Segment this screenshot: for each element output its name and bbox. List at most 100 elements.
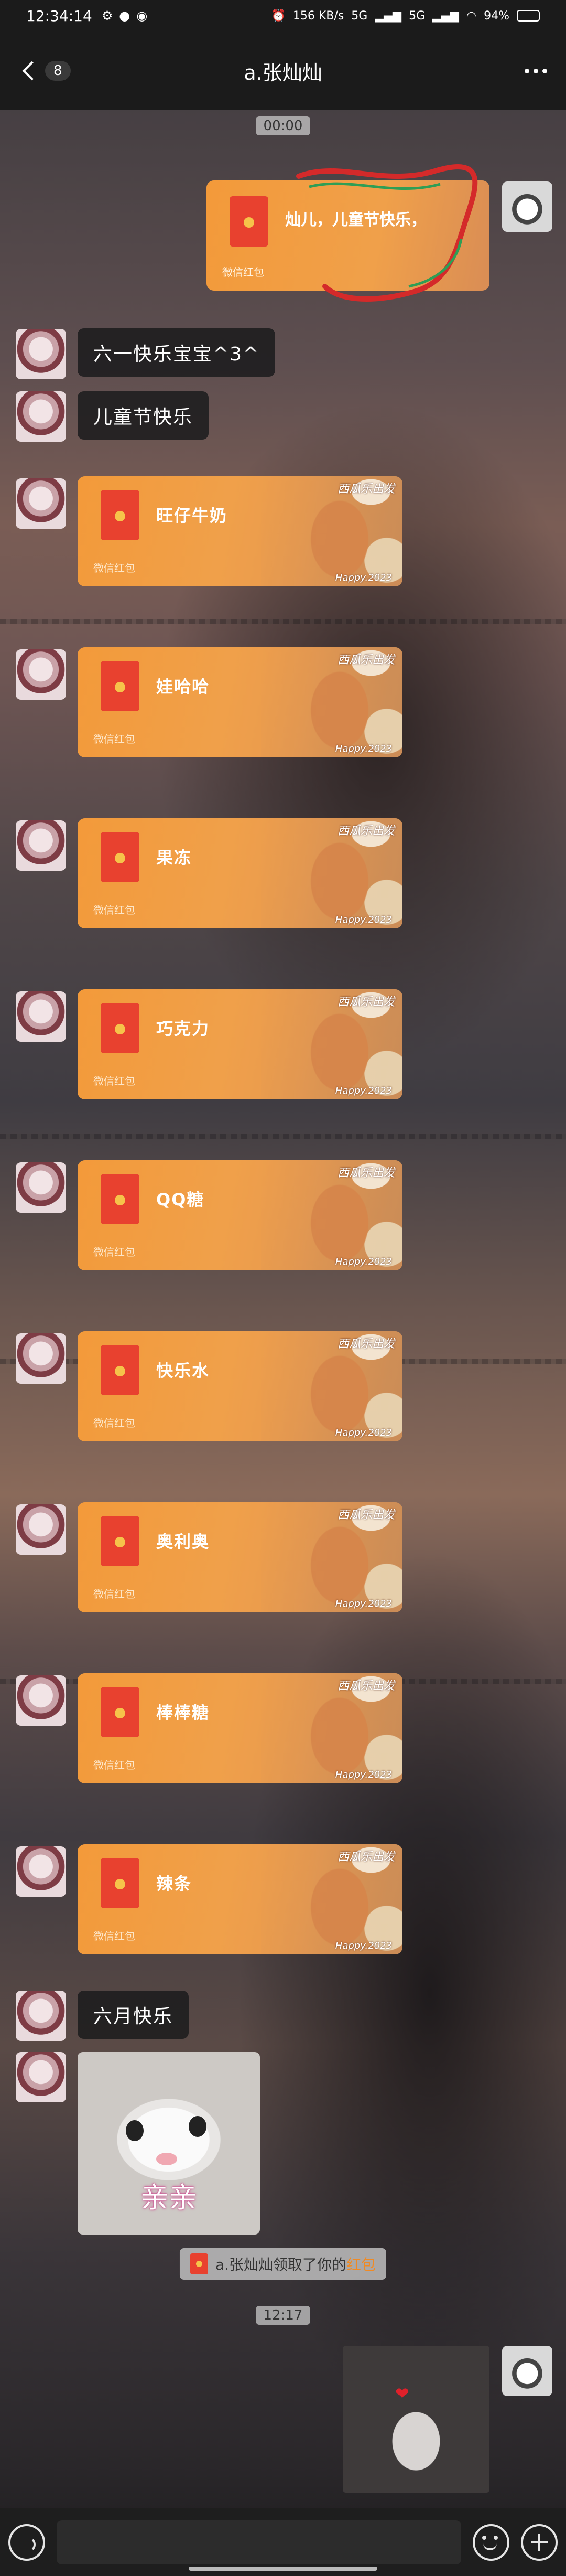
cover-art-label: 西瓜乐出发 (337, 1338, 395, 1351)
red-packet-label: 旺仔牛奶 (156, 506, 228, 526)
red-packet[interactable]: 西瓜乐出发 Happy.2023 快乐水 微信红包 (78, 1331, 402, 1441)
sticker-caption: 亲亲 (140, 2181, 197, 2214)
message-input[interactable] (57, 2520, 461, 2564)
red-packet-icon (101, 1345, 139, 1395)
contact-avatar[interactable] (16, 391, 66, 442)
contact-avatar[interactable] (16, 2052, 66, 2102)
contact-avatar[interactable] (16, 1846, 66, 1897)
cover-art-label: 西瓜乐出发 (337, 825, 395, 838)
red-packet-footer: 微信红包 (93, 1930, 135, 1942)
system-message-link[interactable]: 红包 (346, 2253, 376, 2274)
message-bubble[interactable]: 六月快乐 (78, 1991, 189, 2039)
contact-avatar[interactable] (16, 1991, 66, 2041)
status-time: 12:34:14 (26, 7, 92, 25)
red-packet-icon (101, 1003, 139, 1053)
home-indicator (189, 2567, 377, 2571)
contact-avatar[interactable] (16, 478, 66, 529)
red-packet[interactable]: 西瓜乐出发 Happy.2023 巧克力 微信红包 (78, 989, 402, 1099)
plus-icon[interactable] (521, 2524, 558, 2561)
red-packet-icon (101, 1174, 139, 1224)
cover-art-label: 西瓜乐出发 (337, 1680, 395, 1693)
red-packet[interactable]: 西瓜乐出发 Happy.2023 奥利奥 微信红包 (78, 1502, 402, 1612)
message-bubble[interactable]: 六一快乐宝宝^3^ (78, 328, 276, 377)
chat-header: 8 a.张灿灿 (0, 31, 566, 110)
status-bar: 12:34:14 ⚙ ● ◉ ⏰ 156 KB/s 5G ▂▄▆ 5G ▂▄▆ … (0, 0, 566, 31)
voice-icon[interactable] (8, 2524, 45, 2561)
cat-eye (126, 2120, 144, 2141)
red-packet[interactable]: 西瓜乐出发 Happy.2023 QQ糖 微信红包 (78, 1160, 402, 1270)
cover-art-label: 西瓜乐出发 (337, 654, 395, 667)
cover-art-label: 西瓜乐出发 (337, 483, 395, 496)
red-packet[interactable]: 西瓜乐出发 Happy.2023 娃哈哈 微信红包 (78, 647, 402, 757)
back-button[interactable]: 8 (19, 61, 71, 81)
red-packet-icon (101, 490, 139, 540)
input-bar (0, 2508, 566, 2576)
sent-sticker[interactable]: ❤ (343, 2346, 489, 2493)
signal-bars-icon: ▂▄▆ (375, 9, 402, 23)
red-packet-label: 巧克力 (156, 1019, 210, 1039)
more-dots-icon[interactable] (534, 68, 538, 73)
cover-art-happy-text: Happy.2023 (335, 1940, 392, 1951)
red-packet-footer: 微信红包 (93, 1417, 135, 1429)
red-packet-icon (101, 832, 139, 882)
contact-avatar[interactable] (16, 1504, 66, 1555)
signal-5g-2: 5G (409, 9, 426, 23)
red-packet[interactable]: 西瓜乐出发 Happy.2023 果冻 微信红包 (78, 818, 402, 928)
network-speed: 156 KB/s (292, 9, 344, 23)
timestamp: 12:17 (256, 2306, 310, 2325)
gear-icon: ⚙ (101, 8, 113, 23)
my-avatar[interactable] (502, 181, 552, 232)
chevron-left-icon[interactable] (22, 61, 42, 81)
red-packet[interactable]: 西瓜乐出发 Happy.2023 辣条微信红包 (78, 1844, 402, 1954)
cover-art-label: 西瓜乐出发 (337, 1509, 395, 1522)
cover-art-label: 西瓜乐出发 (337, 1167, 395, 1180)
cat-eye (189, 2116, 206, 2137)
kiss-cat-sticker[interactable]: 亲亲 (78, 2052, 260, 2235)
contact-avatar[interactable] (16, 991, 66, 1042)
status-notification-icons: ⚙ ● ◉ (102, 8, 147, 23)
more-dots-icon[interactable] (542, 68, 547, 73)
sent-red-packet[interactable]: 灿儿，儿童节快乐， 微信红包 (206, 180, 489, 291)
contact-avatar[interactable] (16, 820, 66, 871)
contact-avatar[interactable] (16, 649, 66, 700)
signal-5g-1: 5G (351, 9, 368, 23)
my-avatar[interactable] (502, 2346, 552, 2396)
more-dots-icon[interactable] (525, 68, 529, 73)
red-packet[interactable]: 西瓜乐出发 Happy.2023 棒棒糖 微信红包 (78, 1673, 402, 1783)
notification-icon: ◉ (136, 8, 148, 23)
system-message: a.张灿灿领取了你的 红包 (179, 2248, 387, 2280)
red-packet-footer: 微信红包 (93, 1588, 135, 1600)
emoji-icon[interactable] (473, 2524, 509, 2561)
message-bubble[interactable]: 儿童节快乐 (78, 391, 209, 440)
cover-art-happy-text: Happy.2023 (335, 914, 392, 925)
contact-avatar[interactable] (16, 1162, 66, 1213)
background-bridge-rail (0, 619, 566, 624)
heart-icon: ❤ (395, 2383, 409, 2403)
chat-icon: ● (119, 8, 130, 23)
battery-percent: 94% (484, 9, 509, 23)
battery-icon (517, 10, 540, 22)
contact-avatar[interactable] (16, 1675, 66, 1726)
system-message-text: a.张灿灿领取了你的 (215, 2256, 347, 2273)
cover-art-label: 西瓜乐出发 (337, 1851, 395, 1864)
red-packet-label: 灿儿，儿童节快乐， (285, 211, 427, 229)
cover-art-happy-text: Happy.2023 (335, 572, 392, 583)
red-packet-footer: 微信红包 (93, 1759, 135, 1771)
timestamp: 00:00 (256, 116, 310, 135)
alarm-icon: ⏰ (271, 9, 286, 23)
red-packet-label: 辣条 (156, 1874, 192, 1894)
cover-art-happy-text: Happy.2023 (335, 1256, 392, 1267)
red-packet-footer: 微信红包 (222, 266, 264, 279)
more-button[interactable] (525, 68, 547, 73)
red-packet-footer: 微信红包 (93, 562, 135, 574)
wifi-icon: ◠ (466, 9, 477, 23)
red-packet-footer: 微信红包 (93, 733, 135, 745)
red-packet-icon (101, 1858, 139, 1908)
contact-avatar[interactable] (16, 1333, 66, 1384)
contact-avatar[interactable] (16, 329, 66, 379)
red-packet-footer: 微信红包 (93, 904, 135, 916)
red-packet[interactable]: 西瓜乐出发 Happy.2023 旺仔牛奶微信红包 (78, 476, 402, 586)
red-packet-icon (101, 1516, 139, 1566)
red-packet-icon (230, 196, 268, 247)
cover-art-happy-text: Happy.2023 (335, 1769, 392, 1780)
